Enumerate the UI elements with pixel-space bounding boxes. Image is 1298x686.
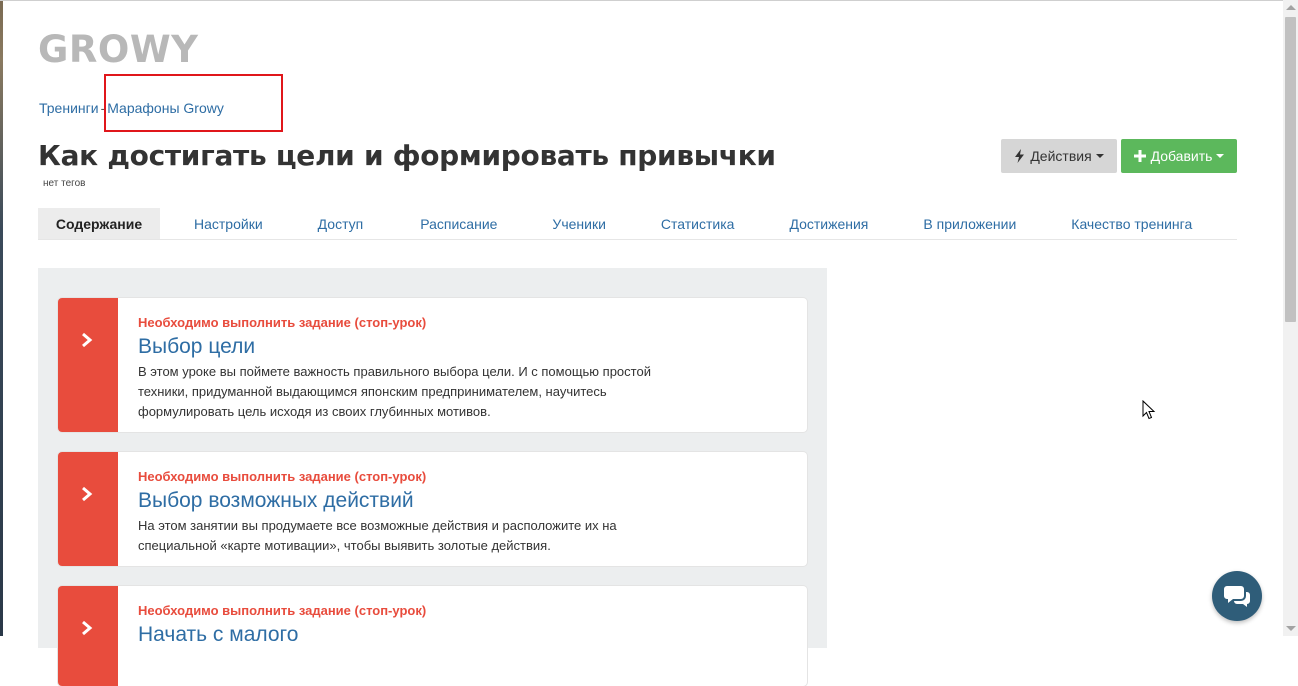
page-title: Как достигать цели и формировать привычк… bbox=[38, 139, 776, 172]
plus-icon bbox=[1133, 150, 1146, 162]
add-button-label: Добавить bbox=[1150, 148, 1213, 164]
lesson-card[interactable]: Необходимо выполнить задание (стоп-урок)… bbox=[58, 586, 807, 686]
tab-content[interactable]: Содержание bbox=[38, 208, 160, 239]
stop-lesson-label: Необходимо выполнить задание (стоп-урок) bbox=[138, 315, 427, 330]
tab-students[interactable]: Ученики bbox=[532, 208, 625, 239]
site-logo[interactable]: GROWY bbox=[38, 28, 198, 72]
tab-statistics[interactable]: Статистика bbox=[641, 208, 755, 239]
lesson-title[interactable]: Начать с малого bbox=[138, 622, 687, 648]
top-border bbox=[0, 0, 1283, 1]
chevron-right-icon bbox=[82, 486, 93, 502]
lessons-panel: Необходимо выполнить задание (стоп-урок)… bbox=[38, 268, 827, 686]
mouse-cursor-icon bbox=[1142, 400, 1156, 420]
tags-label: нет тегов bbox=[43, 178, 86, 189]
window-left-edge bbox=[0, 0, 3, 636]
lesson-description: На этом занятии вы продумаете все возмож… bbox=[138, 518, 617, 553]
tab-access[interactable]: Доступ bbox=[298, 208, 384, 239]
tab-achievements[interactable]: Достижения bbox=[769, 208, 888, 239]
chevron-right-icon bbox=[82, 332, 93, 348]
lesson-expand[interactable] bbox=[58, 586, 118, 686]
tab-settings[interactable]: Настройки bbox=[174, 208, 283, 239]
lesson-card[interactable]: Необходимо выполнить задание (стоп-урок)… bbox=[58, 452, 807, 566]
lesson-expand[interactable] bbox=[58, 452, 118, 566]
lesson-title[interactable]: Выбор цели bbox=[138, 334, 687, 360]
scroll-down-arrow-icon[interactable] bbox=[1286, 626, 1296, 631]
scrollbar-thumb[interactable] bbox=[1285, 17, 1296, 322]
tab-in-app[interactable]: В приложении bbox=[903, 208, 1036, 239]
chevron-right-icon bbox=[82, 620, 93, 636]
lesson-expand[interactable] bbox=[58, 298, 118, 432]
bolt-icon bbox=[1015, 149, 1025, 163]
tab-training-quality[interactable]: Качество тренинга bbox=[1051, 208, 1212, 239]
caret-down-icon bbox=[1095, 154, 1104, 158]
scroll-up-arrow-icon[interactable] bbox=[1286, 5, 1296, 10]
chat-button[interactable] bbox=[1212, 571, 1262, 621]
chat-bubbles-icon bbox=[1224, 586, 1250, 607]
tab-schedule[interactable]: Расписание bbox=[400, 208, 517, 239]
stop-lesson-label: Необходимо выполнить задание (стоп-урок) bbox=[138, 603, 427, 618]
highlight-annotation bbox=[104, 74, 283, 132]
actions-button-label: Действия bbox=[1030, 148, 1092, 164]
lesson-card[interactable]: Необходимо выполнить задание (стоп-урок)… bbox=[58, 298, 807, 432]
caret-down-icon bbox=[1216, 154, 1225, 158]
stop-lesson-label: Необходимо выполнить задание (стоп-урок) bbox=[138, 469, 427, 484]
breadcrumb-trainings[interactable]: Тренинги bbox=[39, 100, 99, 116]
tab-bar: Содержание Настройки Доступ Расписание У… bbox=[38, 208, 1237, 240]
lesson-title[interactable]: Выбор возможных действий bbox=[138, 488, 687, 514]
lesson-description: В этом уроке вы поймете важность правиль… bbox=[138, 364, 651, 419]
add-button[interactable]: Добавить bbox=[1121, 139, 1237, 173]
actions-button[interactable]: Действия bbox=[1001, 139, 1117, 173]
